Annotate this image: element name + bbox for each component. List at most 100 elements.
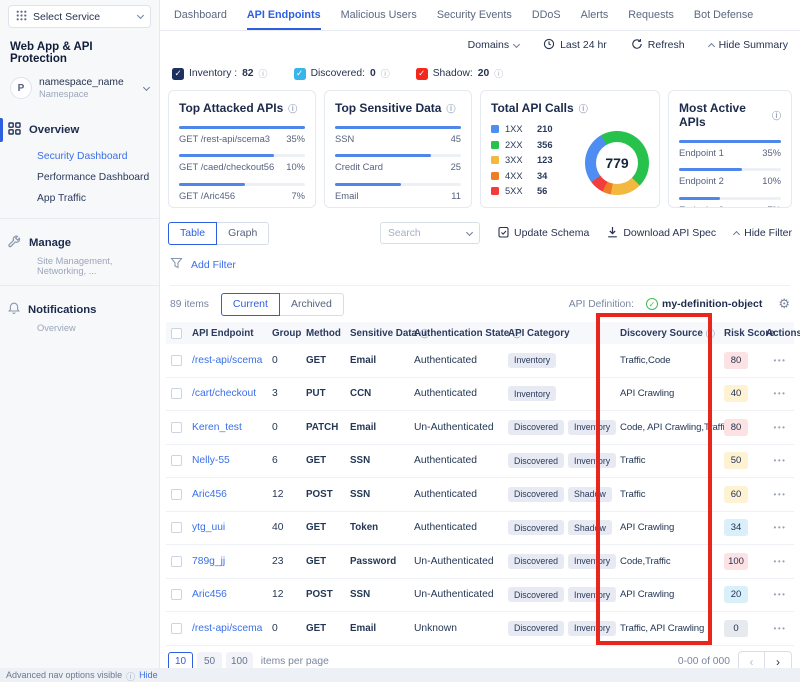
row-checkbox[interactable] (171, 556, 182, 567)
row-actions-button[interactable]: ••• (766, 456, 794, 465)
sidebar-item-security-dashboard[interactable]: Security Dashboard (37, 146, 151, 167)
row-checkbox[interactable] (171, 455, 182, 466)
card-title: Top Sensitive Dataⓘ (335, 101, 461, 115)
tab-requests[interactable]: Requests (628, 0, 674, 30)
row-actions-button[interactable]: ••• (766, 557, 794, 566)
metric-row: Endpoint 135% (679, 140, 781, 158)
info-icon: ⓘ (446, 102, 455, 115)
summary-card-top-attacked-apis: Top Attacked APIsⓘGET /rest-api/scema335… (168, 90, 316, 208)
row-checkbox[interactable] (171, 489, 182, 500)
row-actions-button[interactable]: ••• (766, 389, 794, 398)
view-toggle-graph[interactable]: Graph (216, 222, 269, 245)
update-schema-button[interactable]: Update Schema (498, 226, 589, 241)
sidebar-item-performance-dashboard[interactable]: Performance Dashboard (37, 167, 151, 188)
sidebar-item-app-traffic[interactable]: App Traffic (37, 188, 151, 209)
cell-group: 0 (272, 355, 306, 366)
filter-toggle-discovered[interactable]: ✓Discovered:0ⓘ (294, 67, 390, 80)
cell-risk-score: 20 (724, 586, 766, 603)
api-definition-value[interactable]: my-definition-object (662, 298, 762, 310)
hide-nav-options-link[interactable]: Hide (139, 670, 158, 680)
endpoint-link[interactable]: /rest-api/scema (192, 355, 272, 366)
row-actions-button[interactable]: ••• (766, 624, 794, 633)
cell-api-category: Inventory (508, 353, 620, 368)
view-toggle-table[interactable]: Table (168, 222, 217, 245)
time-range-button[interactable]: Last 24 hr (543, 38, 607, 53)
service-selector-label: Select Service (33, 11, 132, 23)
add-filter-button[interactable]: Add Filter (191, 259, 236, 271)
cell-sensitive-data: CCN (350, 388, 414, 399)
apps-grid-icon (16, 10, 27, 24)
category-badge-inventory: Inventory (568, 420, 616, 435)
endpoint-link[interactable]: /cart/checkout (192, 388, 272, 399)
row-checkbox[interactable] (171, 623, 182, 634)
row-checkbox[interactable] (171, 388, 182, 399)
endpoint-link[interactable]: Aric456 (192, 489, 272, 500)
hide-filter-button[interactable]: Hide Filter (734, 227, 792, 239)
tab-security-events[interactable]: Security Events (437, 0, 512, 30)
row-checkbox[interactable] (171, 589, 182, 600)
cell-auth-state: Un-Authenticated (414, 589, 508, 600)
download-api-spec-button[interactable]: Download API Spec (607, 226, 716, 241)
tab-alerts[interactable]: Alerts (581, 0, 609, 30)
checkbox-icon[interactable]: ✓ (172, 68, 184, 80)
info-icon: ⓘ (288, 102, 297, 115)
sidebar-item-manage[interactable]: Manage (8, 228, 151, 258)
metric-bar (179, 154, 305, 157)
filter-bar: Add Filter (170, 256, 790, 286)
checkbox-icon[interactable]: ✓ (294, 68, 306, 80)
tab-bot-defense[interactable]: Bot Defense (694, 0, 753, 30)
metric-value: 10% (762, 175, 781, 186)
cell-discovery-source: API Crawling (620, 589, 724, 600)
select-all-checkbox[interactable] (171, 328, 182, 339)
row-checkbox[interactable] (171, 422, 182, 433)
service-selector[interactable]: Select Service (8, 5, 151, 28)
row-checkbox[interactable] (171, 522, 182, 533)
row-actions-button[interactable]: ••• (766, 490, 794, 499)
cell-sensitive-data: SSN (350, 455, 414, 466)
endpoint-link[interactable]: Nelly-55 (192, 455, 272, 466)
checkbox-icon[interactable]: ✓ (416, 68, 428, 80)
row-actions-button[interactable]: ••• (766, 423, 794, 432)
hide-summary-button[interactable]: Hide Summary (709, 39, 788, 51)
row-checkbox[interactable] (171, 355, 182, 366)
summary-card-total-api-calls: Total API Callsⓘ1XX2102XX3563XX1234XX345… (480, 90, 660, 208)
metric-label: SSN (335, 133, 354, 144)
namespace-type: Namespace (39, 89, 137, 99)
download-icon (607, 226, 618, 241)
tab-malicious-users[interactable]: Malicious Users (341, 0, 417, 30)
list-tab-archived[interactable]: Archived (279, 293, 344, 316)
table-row: /rest-api/scema0GETEmailUnknownDiscovere… (166, 612, 794, 646)
tab-dashboard[interactable]: Dashboard (174, 0, 227, 30)
category-badge-inventory: Inventory (568, 587, 616, 602)
search-input[interactable]: Search (380, 222, 480, 244)
tab-api-endpoints[interactable]: API Endpoints (247, 0, 321, 30)
row-actions-button[interactable]: ••• (766, 590, 794, 599)
list-tab-current[interactable]: Current (221, 293, 280, 316)
sidebar-item-notifications[interactable]: Notifications (8, 295, 151, 325)
table-controls: TableGraph Search Update Schema Download… (168, 221, 792, 245)
column-header-authentication-state: Authentication Stateⓘ (414, 327, 508, 340)
endpoint-link[interactable]: Keren_test (192, 422, 272, 433)
info-icon: ⓘ (381, 67, 390, 80)
refresh-button[interactable]: Refresh (631, 38, 685, 53)
namespace-selector[interactable]: P namespace_name Namespace (8, 75, 151, 101)
category-badge-inventory: Inventory (508, 386, 556, 401)
tab-ddos[interactable]: DDoS (532, 0, 561, 30)
filter-toggle-shadow[interactable]: ✓Shadow:20ⓘ (416, 67, 504, 80)
table-row: Nelly-556GETSSNAuthenticatedDiscoveredIn… (166, 445, 794, 479)
row-actions-button[interactable]: ••• (766, 523, 794, 532)
overview-grid-icon (8, 122, 21, 138)
endpoint-link[interactable]: ytg_uui (192, 522, 272, 533)
metric-value: 11 (451, 190, 461, 201)
summary-cards: Top Attacked APIsⓘGET /rest-api/scema335… (168, 90, 792, 208)
filter-toggle-inventory[interactable]: ✓Inventory :82ⓘ (172, 67, 268, 80)
gear-icon[interactable]: ⚙ (778, 296, 790, 312)
endpoint-link[interactable]: 789g_jj (192, 556, 272, 567)
cell-api-category: DiscoveredInventory (508, 554, 620, 569)
sidebar-item-overview[interactable]: Overview (8, 115, 151, 145)
endpoint-link[interactable]: Aric456 (192, 589, 272, 600)
endpoint-link[interactable]: /rest-api/scema (192, 623, 272, 634)
domains-dropdown[interactable]: Domains (468, 39, 519, 51)
metric-value: 10% (286, 161, 305, 172)
row-actions-button[interactable]: ••• (766, 356, 794, 365)
